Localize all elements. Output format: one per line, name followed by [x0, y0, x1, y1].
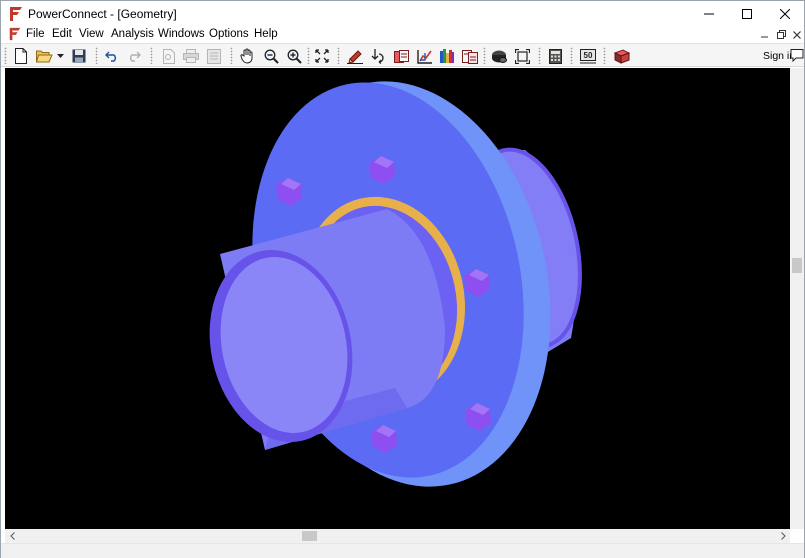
- close-button[interactable]: [766, 1, 804, 27]
- vertical-scroll-thumb[interactable]: [792, 258, 802, 273]
- child-minimize-button[interactable]: [758, 28, 772, 41]
- status-bar: [1, 543, 804, 558]
- toolbar-grip[interactable]: [95, 47, 98, 64]
- report-button[interactable]: [205, 47, 223, 65]
- pan-button[interactable]: [238, 47, 256, 65]
- menu-options[interactable]: Options: [209, 28, 249, 40]
- child-restore-button[interactable]: [774, 28, 788, 41]
- child-close-button[interactable]: [790, 28, 804, 41]
- chevron-right-icon: [780, 532, 786, 540]
- toolbar-grip[interactable]: [4, 47, 7, 64]
- materials-icon: [394, 49, 409, 63]
- chat-icon[interactable]: [790, 48, 804, 62]
- restore-icon: [776, 30, 786, 39]
- toolbar-grip[interactable]: [570, 47, 573, 64]
- toolbar-grip[interactable]: [150, 47, 153, 64]
- menu-analysis[interactable]: Analysis: [111, 28, 154, 40]
- open-folder-icon: [35, 50, 53, 63]
- undo-button[interactable]: [103, 47, 121, 65]
- menu-bar: File Edit View Analysis Windows Options …: [1, 27, 804, 43]
- toolbar-grip[interactable]: [230, 47, 233, 64]
- redo-button[interactable]: [125, 47, 143, 65]
- hand-pan-icon: [240, 48, 252, 64]
- shaded-view-button[interactable]: [490, 47, 508, 65]
- zoom-in-icon: [287, 49, 302, 64]
- shaded-view-icon: [491, 50, 507, 63]
- help-book-button[interactable]: [613, 47, 631, 65]
- zoom-extents-icon: [315, 49, 329, 63]
- pencil-icon: [347, 49, 363, 64]
- document-logo-icon: [9, 27, 21, 41]
- scroll-right-button[interactable]: [776, 529, 790, 543]
- save-disk-icon: [72, 49, 86, 63]
- menu-edit[interactable]: Edit: [52, 28, 72, 40]
- close-icon: [793, 30, 801, 39]
- documentation-button[interactable]: [461, 47, 479, 65]
- edit-geometry-button[interactable]: [346, 47, 364, 65]
- toolbar-grip[interactable]: [538, 47, 541, 64]
- zoom-out-button[interactable]: [262, 47, 280, 65]
- new-file-icon: [15, 48, 27, 64]
- print-preview-icon: [163, 48, 175, 64]
- menu-help[interactable]: Help: [254, 28, 278, 40]
- application-window: PowerConnect - [Geometry] File Edit View…: [0, 0, 805, 558]
- print-preview-button[interactable]: [160, 47, 178, 65]
- open-button[interactable]: [35, 47, 53, 65]
- toolbar: 50 Sign in: [1, 43, 804, 67]
- toolbar-grip[interactable]: [483, 47, 486, 64]
- redo-icon: [130, 51, 141, 62]
- powerconnect-logo-icon: [10, 7, 22, 21]
- scale-icon: 50: [580, 48, 596, 63]
- calculator-button[interactable]: [546, 47, 564, 65]
- toolbar-grip[interactable]: [337, 47, 340, 64]
- undo-icon: [105, 51, 116, 62]
- new-button[interactable]: [12, 47, 30, 65]
- zoom-in-button[interactable]: [285, 47, 303, 65]
- materials-button[interactable]: [393, 47, 411, 65]
- fit-view-button[interactable]: [513, 47, 531, 65]
- chevron-down-icon: [56, 54, 64, 58]
- fit-frame-icon: [514, 48, 530, 64]
- title-bar: PowerConnect - [Geometry]: [1, 1, 804, 27]
- open-dropdown-button[interactable]: [55, 47, 65, 65]
- chart-results-icon: [417, 49, 432, 64]
- scale-badge-label: 50: [584, 51, 593, 60]
- maximize-button[interactable]: [728, 1, 766, 27]
- loads-button[interactable]: [369, 47, 387, 65]
- close-icon: [780, 9, 790, 19]
- toolbar-grip[interactable]: [307, 47, 310, 64]
- menu-windows[interactable]: Windows: [158, 28, 205, 40]
- horizontal-scroll-thumb[interactable]: [302, 531, 317, 541]
- chart-results-button[interactable]: [416, 47, 434, 65]
- documents-icon: [462, 49, 478, 64]
- calculator-icon: [548, 48, 562, 64]
- maximize-icon: [742, 9, 752, 19]
- report-icon: [207, 48, 221, 64]
- color-legend-button[interactable]: [438, 47, 456, 65]
- print-button[interactable]: [182, 47, 200, 65]
- minimize-icon: [704, 13, 714, 15]
- help-book-icon: [614, 48, 630, 64]
- menu-file[interactable]: File: [26, 28, 45, 40]
- zoom-out-icon: [264, 49, 279, 64]
- scroll-left-button[interactable]: [5, 529, 19, 543]
- minimize-button[interactable]: [690, 1, 728, 27]
- save-button[interactable]: [70, 47, 88, 65]
- chevron-left-icon: [9, 532, 15, 540]
- load-arrows-icon: [371, 49, 384, 64]
- printer-icon: [183, 49, 199, 63]
- zoom-extents-button[interactable]: [313, 47, 331, 65]
- flange-model: [5, 68, 790, 529]
- window-title: PowerConnect - [Geometry]: [28, 7, 177, 21]
- toolbar-grip[interactable]: [603, 47, 606, 64]
- geometry-viewport[interactable]: [5, 68, 790, 529]
- color-bars-icon: [440, 49, 454, 63]
- minimize-icon: [761, 36, 768, 37]
- menu-view[interactable]: View: [79, 28, 104, 40]
- horizontal-scrollbar[interactable]: [5, 529, 790, 543]
- vertical-scrollbar[interactable]: [790, 68, 804, 529]
- scale-button[interactable]: 50: [579, 47, 597, 65]
